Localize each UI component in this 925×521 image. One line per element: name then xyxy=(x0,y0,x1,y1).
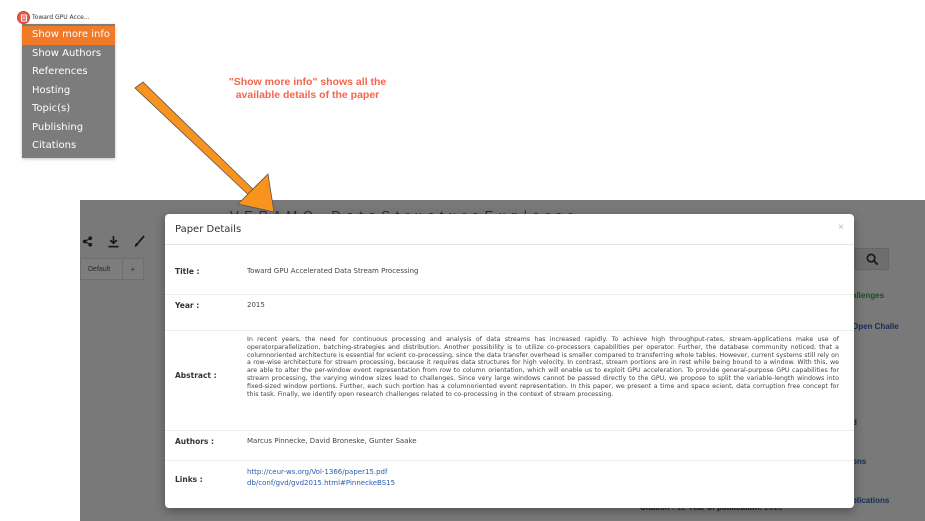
title-row: Title : Toward GPU Accelerated Data Stre… xyxy=(165,245,854,295)
year-row: Year : 2015 xyxy=(165,295,854,331)
title-value: Toward GPU Accelerated Data Stream Proce… xyxy=(247,267,419,275)
paper-node-label: Toward GPU Acce... xyxy=(32,14,90,21)
document-icon xyxy=(17,11,30,24)
menu-item-citations[interactable]: Citations xyxy=(22,137,115,156)
screenshot-stage: V E R A M O – D a t a S t r u c t u r e … xyxy=(0,0,925,521)
paper-node[interactable]: Toward GPU Acce... xyxy=(17,11,90,24)
modal-title: Paper Details xyxy=(175,224,242,235)
menu-item-show-authors[interactable]: Show Authors xyxy=(22,45,115,64)
menu-item-references[interactable]: References xyxy=(22,63,115,82)
annotation-line-2: available details of the paper xyxy=(235,89,380,101)
abstract-label: Abstract : xyxy=(175,371,217,380)
menu-item-topics[interactable]: Topic(s) xyxy=(22,100,115,119)
abstract-value: In recent years, the need for continuous… xyxy=(247,336,839,398)
authors-label: Authors : xyxy=(175,437,214,446)
authors-value: Marcus Pinnecke, David Broneske, Gunter … xyxy=(247,437,417,445)
annotation-text: "Show more info" shows all the available… xyxy=(175,76,440,102)
annotation-line-1: "Show more info" shows all the xyxy=(228,76,387,88)
modal-header: Paper Details × xyxy=(165,214,854,245)
links-label: Links : xyxy=(175,475,203,484)
context-menu: Show more info Show Authors References H… xyxy=(22,24,115,158)
close-icon[interactable]: × xyxy=(838,222,844,233)
dblp-link[interactable]: db/conf/gvd/gvd2015.html#PinneckeBS15 xyxy=(247,478,395,489)
title-label: Title : xyxy=(175,267,200,276)
paper-pdf-link[interactable]: http://ceur-ws.org/Vol-1366/paper15.pdf xyxy=(247,467,395,478)
authors-row: Authors : Marcus Pinnecke, David Bronesk… xyxy=(165,431,854,461)
year-value: 2015 xyxy=(247,301,265,309)
menu-item-hosting[interactable]: Hosting xyxy=(22,82,115,101)
paper-details-modal: Paper Details × Title : Toward GPU Accel… xyxy=(165,214,854,508)
menu-item-publishing[interactable]: Publishing xyxy=(22,119,115,138)
menu-item-show-more-info[interactable]: Show more info xyxy=(22,26,115,45)
links-row: Links : http://ceur-ws.org/Vol-1366/pape… xyxy=(165,461,854,508)
abstract-row: Abstract : In recent years, the need for… xyxy=(165,331,854,431)
year-label: Year : xyxy=(175,301,200,310)
links-list: http://ceur-ws.org/Vol-1366/paper15.pdf … xyxy=(247,467,395,488)
